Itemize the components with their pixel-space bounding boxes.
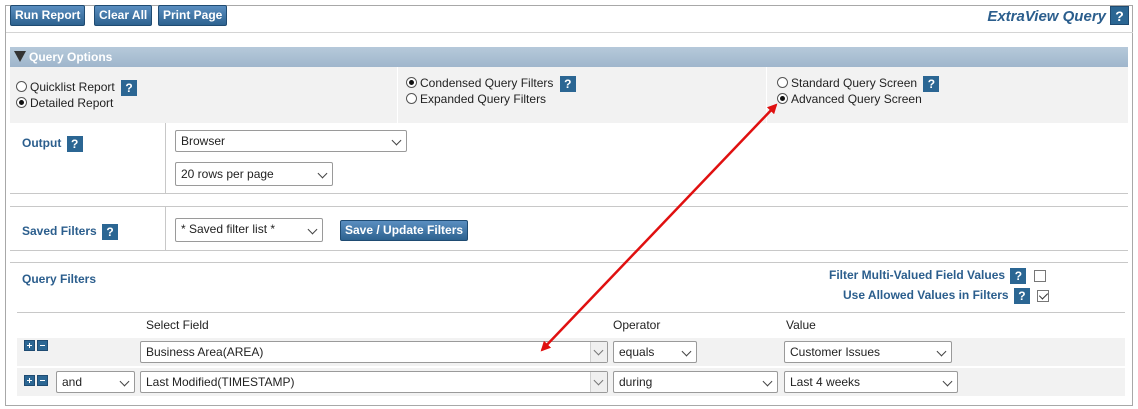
help-icon[interactable]: ? xyxy=(1010,268,1027,284)
radio-quicklist[interactable] xyxy=(16,81,27,92)
value-select[interactable]: Last 4 weeks xyxy=(784,371,958,393)
column-divider xyxy=(397,67,398,123)
save-update-filters-button[interactable]: Save / Update Filters xyxy=(340,220,469,241)
help-icon[interactable]: ? xyxy=(102,224,119,240)
conjunction-select[interactable]: and xyxy=(56,371,135,393)
query-options-title: Query Options xyxy=(29,50,113,64)
output-format-select[interactable]: Browser xyxy=(175,130,407,152)
column-header-value: Value xyxy=(786,318,816,332)
column-divider xyxy=(766,67,767,123)
chevron-down-icon xyxy=(762,376,773,387)
chevron-down-icon xyxy=(942,376,953,387)
collapse-triangle-icon[interactable] xyxy=(14,51,26,62)
clear-all-button[interactable]: Clear All xyxy=(94,5,153,26)
help-icon[interactable]: ? xyxy=(121,79,138,96)
run-report-button[interactable]: Run Report xyxy=(10,5,86,26)
report-type-group: Quicklist Report ? Detailed Report xyxy=(16,79,138,111)
radio-advanced[interactable] xyxy=(777,93,788,104)
filter-mode-expanded[interactable]: Expanded Query Filters xyxy=(406,91,576,107)
column-header-operator: Operator xyxy=(613,318,661,332)
add-row-icon[interactable] xyxy=(24,375,35,386)
saved-divider xyxy=(165,206,166,250)
chevron-down-icon xyxy=(936,346,947,357)
section-divider xyxy=(10,193,1128,194)
chevron-down-icon xyxy=(391,135,402,146)
add-row-icon[interactable] xyxy=(24,340,35,351)
screen-mode-advanced[interactable]: Advanced Query Screen xyxy=(777,91,939,107)
help-icon[interactable]: ? xyxy=(1013,288,1030,304)
query-filters-title: Query Filters xyxy=(22,272,97,286)
saved-filters-label: Saved Filters ? xyxy=(22,224,119,240)
filter-mode-group: Condensed Query Filters ? Expanded Query… xyxy=(406,75,576,107)
allowed-values-checkbox[interactable] xyxy=(1037,290,1050,302)
chevron-down-icon xyxy=(317,168,328,179)
chevron-down-icon xyxy=(590,372,607,392)
radio-detailed[interactable] xyxy=(16,97,27,108)
query-options-row: Quicklist Report ? Detailed Report Conde… xyxy=(10,67,1128,123)
screen-mode-group: Standard Query Screen ? Advanced Query S… xyxy=(777,75,940,107)
help-icon[interactable]: ? xyxy=(923,75,940,92)
screen-mode-standard[interactable]: Standard Query Screen ? xyxy=(777,75,940,92)
help-icon[interactable]: ? xyxy=(1110,6,1129,25)
chevron-down-icon xyxy=(119,376,130,387)
help-icon[interactable]: ? xyxy=(559,75,576,92)
print-page-button[interactable]: Print Page xyxy=(158,5,228,26)
toolbar-divider xyxy=(6,32,1133,33)
section-divider xyxy=(10,206,1128,207)
section-divider xyxy=(10,262,1128,263)
chevron-down-icon xyxy=(307,224,318,235)
output-divider xyxy=(165,123,166,193)
report-type-detailed[interactable]: Detailed Report xyxy=(16,95,137,111)
app-title: ExtraView Query xyxy=(987,8,1106,25)
saved-filter-select[interactable]: * Saved filter list * xyxy=(175,218,323,242)
remove-row-icon[interactable] xyxy=(37,375,48,386)
field-select[interactable]: Last Modified(TIMESTAMP) xyxy=(140,371,608,393)
section-divider xyxy=(10,250,1128,251)
operator-select[interactable]: equals xyxy=(613,341,697,363)
radio-expanded[interactable] xyxy=(406,93,417,104)
multi-valued-checkbox[interactable] xyxy=(1033,270,1046,282)
help-icon[interactable]: ? xyxy=(66,136,83,152)
chevron-down-icon xyxy=(681,346,692,357)
allowed-values-option: Use Allowed Values in Filters ? xyxy=(843,288,1050,304)
filter-mode-condensed[interactable]: Condensed Query Filters ? xyxy=(406,75,576,92)
field-select[interactable]: Business Area(AREA) xyxy=(140,341,608,363)
radio-condensed[interactable] xyxy=(406,77,417,88)
operator-select[interactable]: during xyxy=(613,371,778,393)
value-select[interactable]: Customer Issues xyxy=(784,341,952,363)
grid-top-border xyxy=(17,312,1125,313)
multi-valued-option: Filter Multi-Valued Field Values ? xyxy=(829,268,1046,284)
report-type-quicklist[interactable]: Quicklist Report ? xyxy=(16,79,138,96)
chevron-down-icon xyxy=(590,342,607,362)
radio-standard[interactable] xyxy=(777,77,788,88)
rows-per-page-select[interactable]: 20 rows per page xyxy=(175,162,333,186)
query-options-header[interactable]: Query Options xyxy=(10,47,1128,67)
output-label: Output ? xyxy=(22,136,83,152)
remove-row-icon[interactable] xyxy=(37,340,48,351)
column-header-select-field: Select Field xyxy=(146,318,209,332)
